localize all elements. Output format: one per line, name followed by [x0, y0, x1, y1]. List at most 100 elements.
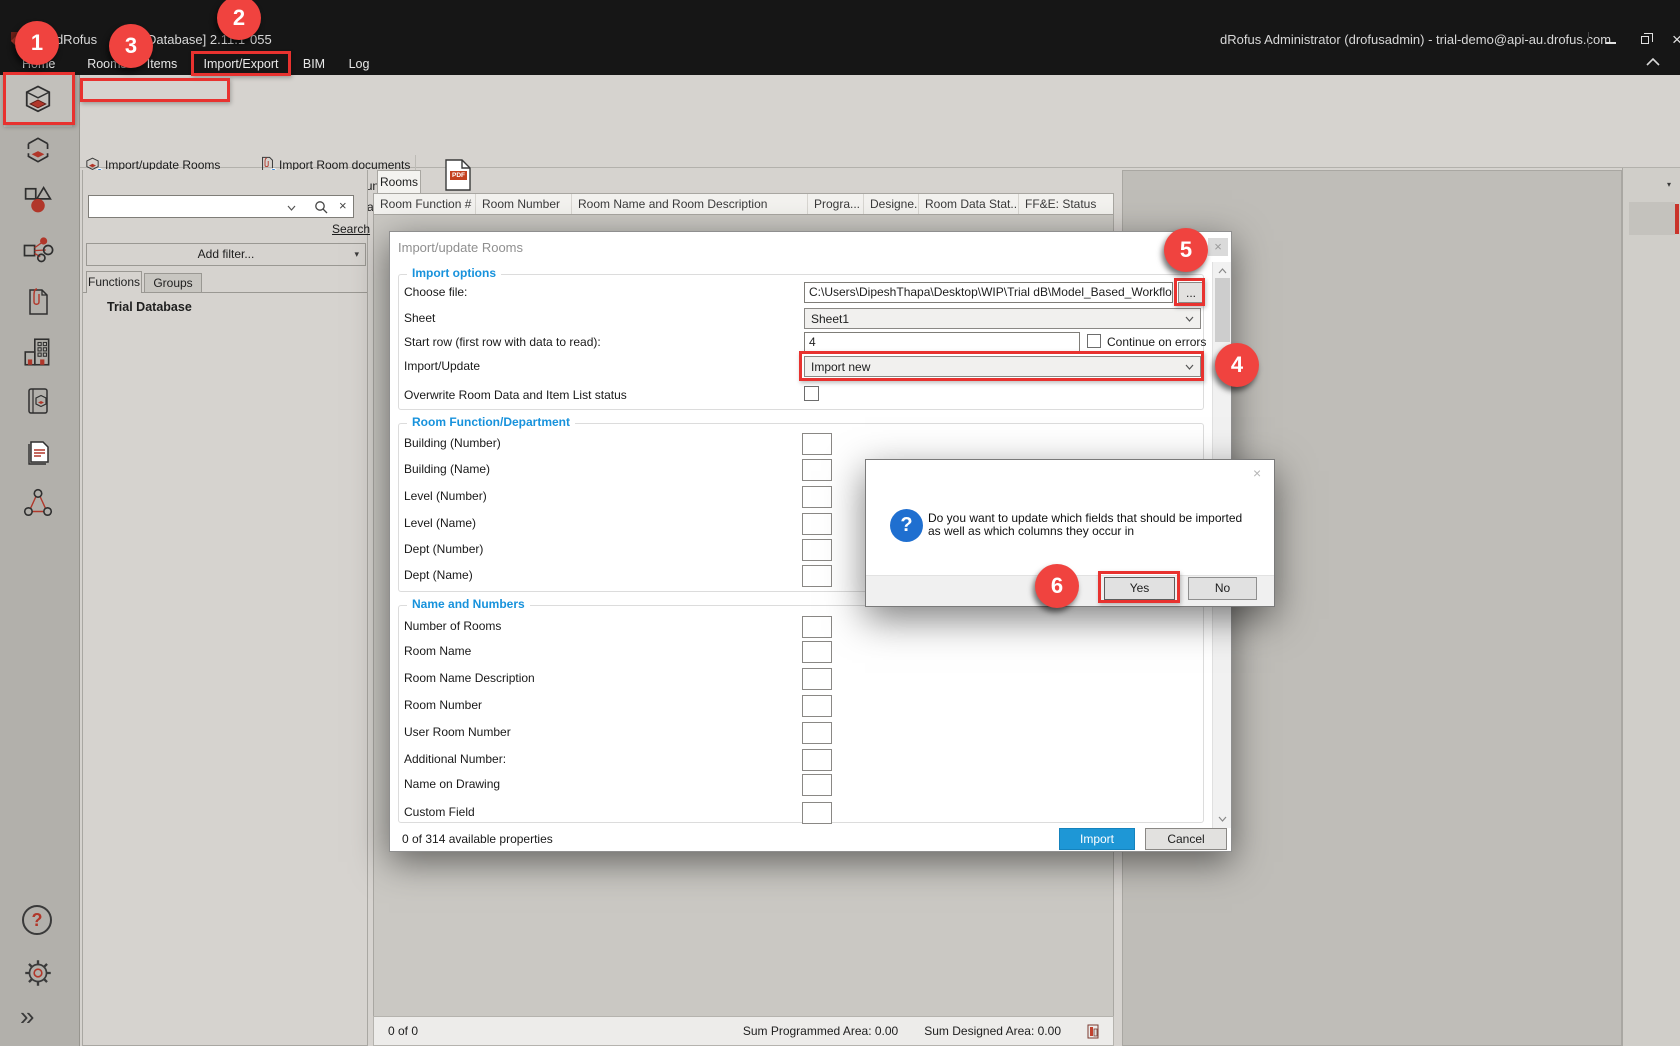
dialog-title: Import/update Rooms: [398, 240, 523, 255]
navigation-search-input[interactable]: ×: [88, 195, 354, 218]
additional-number-input[interactable]: [802, 749, 832, 771]
chevron-down-icon[interactable]: [287, 205, 296, 211]
annotation-box-import-update-rooms: [80, 78, 230, 102]
add-filter-button[interactable]: Add filter... ▾: [86, 243, 366, 266]
sidebar-room-data-icon[interactable]: [18, 130, 58, 170]
level-number-input[interactable]: [802, 486, 832, 508]
dept-name-label: Dept (Name): [404, 568, 473, 582]
cancel-button[interactable]: Cancel: [1145, 828, 1227, 850]
col-programmed[interactable]: Progra...: [808, 194, 864, 214]
rooms-count: 0 of 0: [388, 1024, 418, 1038]
room-name-description-input[interactable]: [802, 668, 832, 690]
start-row-label: Start row (first row with data to read):: [404, 335, 601, 349]
tree-root-trial-database[interactable]: Trial Database: [107, 300, 192, 314]
restore-button[interactable]: [1630, 30, 1660, 52]
dept-name-input[interactable]: [802, 565, 832, 587]
annotation-circle-3: 3: [109, 24, 153, 68]
area-chart-icon[interactable]: [1087, 1024, 1099, 1039]
col-room-function[interactable]: Room Function #: [374, 194, 476, 214]
sidebar-documents-icon[interactable]: [18, 282, 58, 322]
caret-down-icon: ▾: [354, 244, 359, 265]
caret-down-icon[interactable]: ▾: [1667, 180, 1671, 189]
sidebar-products-icon[interactable]: [18, 381, 58, 421]
scroll-down-icon[interactable]: [1218, 816, 1227, 822]
tab-bim[interactable]: BIM: [299, 53, 329, 75]
name-on-drawing-input[interactable]: [802, 774, 832, 796]
app-window: us [dRofus Database] 2.11.1 055 dRofus A…: [0, 0, 1680, 1046]
name-numbers-legend: Name and Numbers: [407, 597, 530, 611]
sidebar-buildings-icon[interactable]: [18, 332, 58, 372]
level-name-label: Level (Name): [404, 516, 476, 530]
building-number-input[interactable]: [802, 433, 832, 455]
level-name-input[interactable]: [802, 513, 832, 535]
sum-designed-area: Sum Designed Area: 0.00: [924, 1024, 1061, 1038]
dept-number-input[interactable]: [802, 539, 832, 561]
choose-file-input[interactable]: C:\Users\DipeshThapa\Desktop\WIP\Trial d…: [804, 282, 1173, 303]
room-number-input[interactable]: [802, 695, 832, 717]
user-room-number-input[interactable]: [802, 722, 832, 744]
messagebox-close-icon[interactable]: ×: [1253, 465, 1261, 481]
pdf-tag: PDF: [450, 171, 467, 180]
room-name-input[interactable]: [802, 641, 832, 663]
import-button[interactable]: Import: [1059, 828, 1135, 850]
dialog-close-icon[interactable]: ×: [1208, 238, 1228, 256]
import-update-label: Import/Update: [404, 359, 480, 373]
number-of-rooms-label: Number of Rooms: [404, 619, 501, 633]
choose-file-label: Choose file:: [404, 285, 467, 299]
collapse-ribbon-icon[interactable]: [1646, 58, 1660, 66]
search-icon[interactable]: [313, 199, 329, 215]
col-room-number[interactable]: Room Number: [476, 194, 572, 214]
room-function-legend: Room Function/Department: [407, 415, 575, 429]
settings-gear-icon[interactable]: [18, 953, 58, 993]
scroll-up-icon[interactable]: [1218, 268, 1227, 274]
left-sidebar: ? »: [0, 75, 80, 1046]
tab-functions[interactable]: Functions: [86, 271, 142, 293]
overwrite-checkbox[interactable]: [804, 386, 819, 401]
rooms-status-bar: 0 of 0 Sum Programmed Area: 0.00 Sum Des…: [373, 1016, 1114, 1046]
building-number-label: Building (Number): [404, 436, 501, 450]
overwrite-label: Overwrite Room Data and Item List status: [404, 388, 627, 402]
building-name-label: Building (Name): [404, 462, 490, 476]
sheet-select[interactable]: Sheet1: [804, 308, 1201, 329]
titlebar-divider: [1588, 32, 1589, 48]
custom-field-input[interactable]: [802, 802, 832, 824]
col-designed[interactable]: Designe...: [864, 194, 919, 214]
annotation-box-import-export-tab: [191, 51, 291, 76]
name-on-drawing-label: Name on Drawing: [404, 777, 500, 791]
expand-sidebar-icon[interactable]: »: [20, 1001, 32, 1032]
continue-on-errors-checkbox[interactable]: [1087, 334, 1101, 348]
sidebar-reports-icon[interactable]: [18, 432, 58, 472]
help-icon[interactable]: ?: [22, 905, 52, 935]
rooms-tab[interactable]: Rooms: [377, 170, 421, 193]
minimize-button[interactable]: [1596, 30, 1626, 52]
name-numbers-group: Name and Numbers: [398, 605, 1204, 823]
selected-tool-indicator: [1675, 204, 1679, 234]
close-button[interactable]: ×: [1662, 30, 1680, 52]
tab-log[interactable]: Log: [344, 53, 374, 75]
sidebar-systems-icon[interactable]: [18, 483, 58, 523]
room-name-label: Room Name: [404, 644, 471, 658]
col-room-name[interactable]: Room Name and Room Description: [572, 194, 808, 214]
sum-programmed-area: Sum Programmed Area: 0.00: [743, 1024, 898, 1038]
building-name-input[interactable]: [802, 459, 832, 481]
scroll-thumb[interactable]: [1215, 278, 1230, 342]
import-options-legend: Import options: [407, 266, 501, 280]
annotation-circle-6: 6: [1035, 564, 1079, 608]
col-room-data-status[interactable]: Room Data Stat...: [919, 194, 1019, 214]
number-of-rooms-input[interactable]: [802, 616, 832, 638]
navigation-pane: × Search Add filter... ▾ Functions Group…: [82, 170, 368, 1046]
sidebar-items-icon[interactable]: [18, 180, 58, 220]
account-label: dRofus Administrator (drofusadmin) - tri…: [1220, 32, 1611, 47]
col-ffe-status[interactable]: FF&E: Status: [1019, 194, 1109, 214]
annotation-box-import-update-select: [799, 351, 1204, 381]
sheet-label: Sheet: [404, 311, 435, 325]
message-line2: as well as which columns they occur in: [928, 524, 1134, 538]
annotation-box-sidebar-rooms: [3, 72, 75, 125]
start-row-input[interactable]: 4: [804, 332, 1080, 353]
clear-search-icon[interactable]: ×: [339, 198, 347, 213]
tab-groups[interactable]: Groups: [144, 273, 202, 293]
right-toolbar: ▾ i: [1622, 168, 1680, 1046]
search-link[interactable]: Search: [332, 222, 370, 236]
sidebar-occurrences-icon[interactable]: [18, 230, 58, 270]
no-button[interactable]: No: [1188, 577, 1257, 600]
